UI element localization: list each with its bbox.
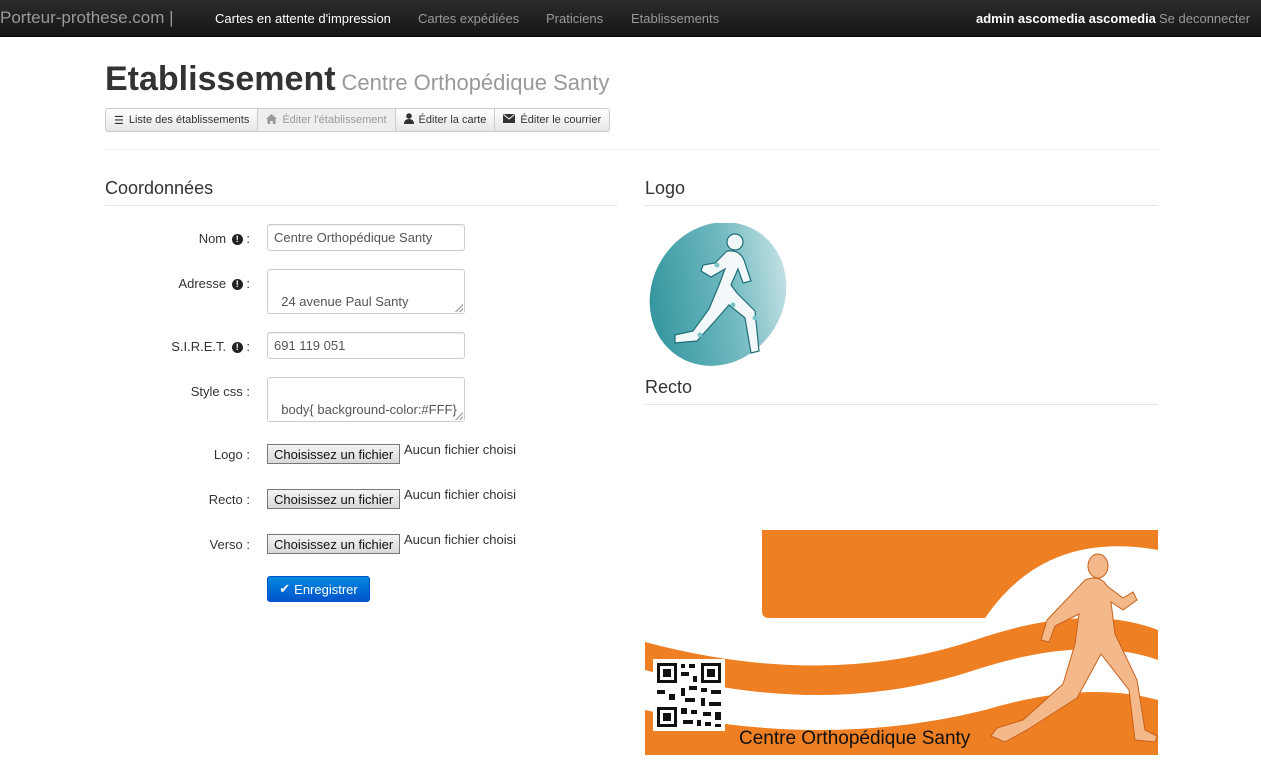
nom-input[interactable]	[267, 224, 465, 251]
adresse-textarea[interactable]: 24 avenue Paul Santy Lyon 69008	[267, 269, 465, 314]
nav-etablissements[interactable]: Etablissements	[631, 11, 719, 26]
card-establishment-name: Centre Orthopédique Santy	[739, 728, 971, 749]
page-subheading: Centre Orthopédique Santy	[341, 70, 610, 95]
list-etablissements-button[interactable]: ☰ Liste des établissements	[105, 108, 259, 132]
style-value: body{ background-color:#FFF}	[281, 402, 457, 417]
style-textarea[interactable]: body{ background-color:#FFF}	[267, 377, 465, 422]
recto-label-text: Recto	[208, 492, 243, 507]
save-button[interactable]: ✔ Enregistrer	[267, 576, 370, 602]
logo-label-text: Logo	[213, 447, 243, 462]
nav-cartes-expediees[interactable]: Cartes expédiées	[418, 11, 519, 26]
list-etablissements-label: Liste des établissements	[128, 114, 250, 126]
edit-letter-button[interactable]: Éditer le courrier	[495, 108, 611, 132]
logo-file-status: Aucun fichier choisi	[404, 442, 516, 457]
edit-card-button[interactable]: Éditer la carte	[395, 108, 496, 132]
edit-etablissement-button[interactable]: Éditer l'établissement	[258, 108, 396, 132]
siret-label: S.I.R.E.T. ! :	[171, 339, 250, 354]
logo-section-divider	[645, 205, 1158, 206]
coordonnees-divider	[105, 205, 618, 206]
verso-label-text: Verso	[209, 537, 243, 552]
user-name: admin ascomedia ascomedia	[976, 11, 1156, 26]
adresse-label-text: Adresse	[178, 276, 227, 291]
user-icon	[403, 113, 414, 127]
edit-etablissement-label: Éditer l'établissement	[282, 114, 387, 126]
list-icon: ☰	[114, 114, 124, 127]
style-label-text: Style css	[190, 384, 243, 399]
logo-label: Logo :	[213, 447, 250, 462]
nom-label: Nom ! :	[198, 231, 250, 246]
header-divider	[105, 149, 1158, 150]
edit-card-label: Éditer la carte	[418, 114, 487, 126]
recto-section-divider	[645, 404, 1158, 405]
resize-grip-icon[interactable]	[455, 304, 463, 312]
nav-cartes-attente[interactable]: Cartes en attente d'impression	[215, 11, 391, 26]
check-icon: ✔	[279, 581, 291, 596]
coordonnees-title: Coordonnées	[105, 178, 214, 198]
nom-label-text: Nom	[198, 231, 227, 246]
nav-praticiens[interactable]: Praticiens	[546, 11, 603, 26]
home-icon	[266, 113, 278, 127]
siret-input[interactable]	[267, 332, 465, 359]
info-icon: !	[231, 279, 243, 290]
logo-section-title: Logo	[645, 178, 686, 198]
save-label: Enregistrer	[294, 581, 358, 597]
top-navbar: Porteur-prothese.com | Cartes en attente…	[0, 0, 1261, 37]
envelope-icon	[503, 114, 516, 126]
adresse-label: Adresse ! :	[178, 276, 250, 291]
verso-file-status: Aucun fichier choisi	[404, 532, 516, 547]
recto-card-preview: Centre Orthopédique Santy	[645, 530, 1158, 755]
recto-file-button[interactable]: Choisissez un fichier	[267, 489, 401, 509]
siret-label-text: S.I.R.E.T.	[171, 339, 227, 354]
style-label: Style css :	[190, 384, 250, 399]
adresse-value: 24 avenue Paul Santy Lyon 69008	[274, 294, 409, 313]
page-heading: Etablissement	[105, 60, 336, 98]
info-icon: !	[231, 342, 243, 353]
logo-image	[649, 223, 787, 366]
brand-link[interactable]: Porteur-prothese.com |	[0, 8, 174, 28]
recto-file-status: Aucun fichier choisi	[404, 487, 516, 502]
edit-letter-label: Éditer le courrier	[520, 114, 602, 126]
page-title: Etablissement Centre Orthopédique Santy	[105, 60, 609, 99]
logout-link[interactable]: Se deconnecter	[1159, 11, 1250, 26]
logo-file-button[interactable]: Choisissez un fichier	[267, 444, 401, 464]
info-icon: !	[231, 234, 243, 245]
recto-section-title: Recto	[645, 377, 693, 397]
recto-label: Recto :	[208, 492, 250, 507]
action-button-group: ☰ Liste des établissements Éditer l'étab…	[105, 108, 611, 132]
verso-file-button[interactable]: Choisissez un fichier	[267, 534, 401, 554]
verso-label: Verso :	[209, 537, 250, 552]
resize-grip-icon[interactable]	[455, 412, 463, 420]
